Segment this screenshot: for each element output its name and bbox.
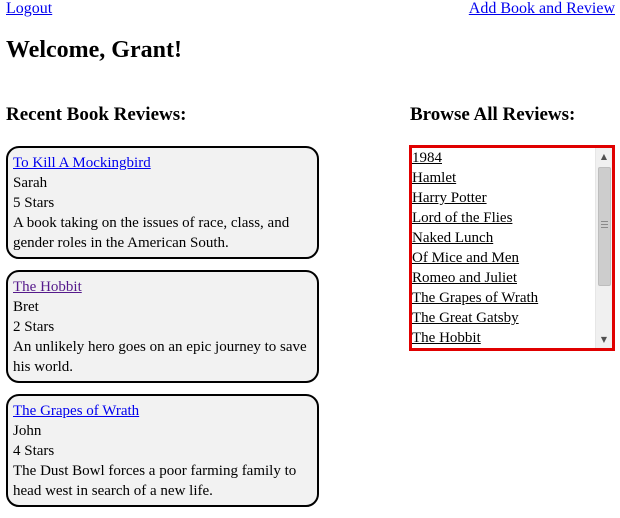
review-book-link[interactable]: The Hobbit	[13, 277, 312, 297]
browse-book-item[interactable]: Lord of the Flies	[412, 208, 595, 228]
browse-reviews-listbox[interactable]: 1984 Hamlet Harry Potter Lord of the Fli…	[409, 145, 615, 351]
browse-book-item[interactable]: The Grapes of Wrath	[412, 288, 595, 308]
grip-icon	[601, 221, 608, 228]
review-reviewer: Sarah	[13, 175, 48, 191]
review-card: The Grapes of Wrath John 4 Stars The Dus…	[6, 394, 319, 507]
browse-book-item[interactable]: The Hobbit	[412, 328, 595, 348]
browse-book-item[interactable]: 1984	[412, 148, 595, 168]
review-summary: A book taking on the issues of race, cla…	[13, 215, 290, 251]
logout-link[interactable]: Logout	[6, 0, 52, 18]
browse-book-item[interactable]: Romeo and Juliet	[412, 268, 595, 288]
review-stars: 5 Stars	[13, 195, 55, 211]
recent-reviews-list: To Kill A Mockingbird Sarah 5 Stars A bo…	[6, 146, 319, 518]
top-bar: Logout Add Book and Review	[6, 0, 615, 20]
scroll-down-arrow-icon[interactable]: ▼	[596, 331, 612, 348]
recent-reviews-title: Recent Book Reviews:	[6, 104, 187, 125]
browse-book-item[interactable]: Hamlet	[412, 168, 595, 188]
review-card: To Kill A Mockingbird Sarah 5 Stars A bo…	[6, 146, 319, 259]
browse-book-item[interactable]: The Great Gatsby	[412, 308, 595, 328]
add-book-review-link[interactable]: Add Book and Review	[469, 0, 615, 18]
review-summary: The Dust Bowl forces a poor farming fami…	[13, 463, 297, 499]
browse-book-item[interactable]: Of Mice and Men	[412, 248, 595, 268]
review-card: The Hobbit Bret 2 Stars An unlikely hero…	[6, 270, 319, 383]
browse-books-list: 1984 Hamlet Harry Potter Lord of the Fli…	[412, 148, 595, 348]
review-stars: 2 Stars	[13, 319, 55, 335]
review-book-link[interactable]: The Grapes of Wrath	[13, 401, 312, 421]
review-reviewer: John	[13, 423, 42, 439]
review-stars: 4 Stars	[13, 443, 55, 459]
welcome-heading: Welcome, Grant!	[6, 37, 182, 63]
browse-reviews-title: Browse All Reviews:	[410, 104, 576, 125]
review-summary: An unlikely hero goes on an epic journey…	[13, 339, 307, 375]
review-book-link[interactable]: To Kill A Mockingbird	[13, 153, 312, 173]
browse-scrollbar[interactable]: ▲ ▼	[595, 148, 612, 348]
scroll-up-arrow-icon[interactable]: ▲	[596, 148, 612, 165]
review-reviewer: Bret	[13, 299, 39, 315]
browse-book-item[interactable]: Harry Potter	[412, 188, 595, 208]
browse-book-item[interactable]: Naked Lunch	[412, 228, 595, 248]
scroll-thumb[interactable]	[598, 167, 611, 286]
